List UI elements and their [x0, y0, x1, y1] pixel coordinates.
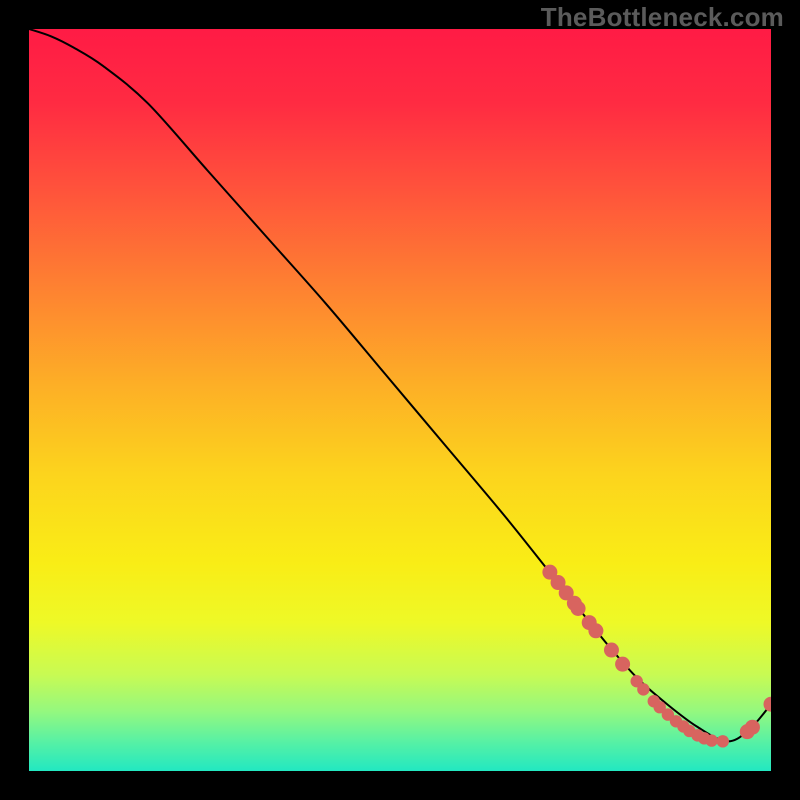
curve-marker — [637, 683, 649, 695]
chart-frame: TheBottleneck.com — [0, 0, 800, 800]
curve-marker — [588, 623, 603, 638]
bottleneck-curve-chart — [29, 29, 771, 771]
curve-marker — [571, 601, 586, 616]
gradient-background — [29, 29, 771, 771]
plot-area — [29, 29, 771, 771]
curve-marker — [705, 734, 717, 746]
curve-marker — [615, 657, 630, 672]
curve-marker — [717, 735, 729, 747]
curve-marker — [745, 720, 760, 735]
curve-marker — [604, 643, 619, 658]
